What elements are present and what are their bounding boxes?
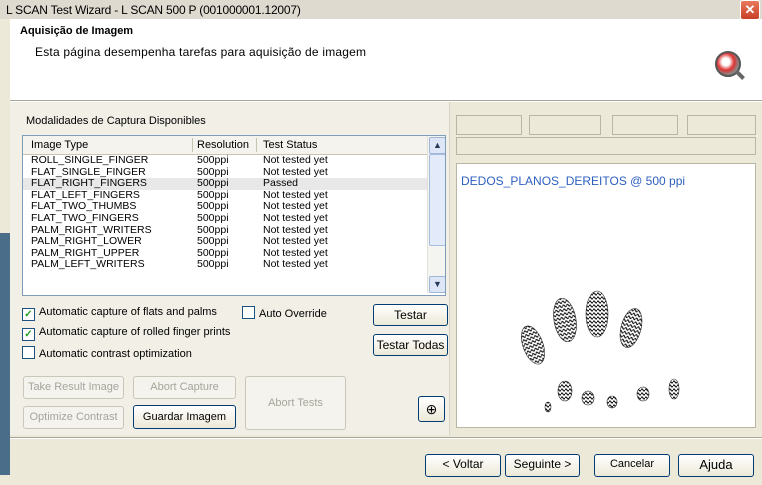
desktop-strip	[0, 233, 10, 475]
checkbox-box[interactable]: ✓	[22, 308, 35, 321]
cell-test-status: Not tested yet	[263, 235, 328, 248]
column-divider	[192, 138, 193, 152]
next-button[interactable]: Seguinte >	[505, 454, 580, 477]
cell-test-status: Not tested yet	[263, 154, 328, 166]
table-row[interactable]: PALM_LEFT_WRITERS 500ppi Not tested yet	[23, 259, 427, 271]
window-title: L SCAN Test Wizard - L SCAN 500 P (00100…	[6, 3, 301, 17]
scroll-down-icon[interactable]: ▼	[429, 276, 445, 293]
status-box	[529, 115, 601, 135]
scroll-up-icon[interactable]: ▲	[429, 137, 445, 154]
guardar-imagem-button[interactable]: Guardar Imagem	[133, 405, 236, 429]
testar-todas-button[interactable]: Testar Todas	[373, 334, 448, 356]
auto-rolled-label: Automatic capture of rolled finger print…	[39, 326, 231, 338]
modalities-label: Modalidades de Captura Disponibles	[26, 115, 206, 127]
take-result-image-button[interactable]: Take Result Image	[23, 376, 124, 399]
auto-override-checkbox[interactable]: Auto Override	[242, 306, 327, 320]
table-row[interactable]: PALM_RIGHT_LOWER 500ppi Not tested yet	[23, 236, 427, 248]
abort-capture-button[interactable]: Abort Capture	[133, 376, 236, 399]
scroll-thumb[interactable]	[429, 154, 445, 246]
close-button[interactable]: ✕	[740, 0, 760, 20]
cell-test-status: Not tested yet	[263, 211, 328, 224]
cell-resolution: 500ppi	[197, 154, 229, 166]
testar-button[interactable]: Testar	[373, 304, 448, 326]
cell-test-status: Not tested yet	[263, 258, 328, 271]
table-row[interactable]: ROLL_SINGLE_FINGER 500ppi Not tested yet	[23, 154, 427, 167]
auto-contrast-checkbox[interactable]: Automatic contrast optimization	[22, 346, 192, 360]
fingerprint-image	[521, 290, 680, 413]
page-subtitle: Esta página desempenha tarefas para aqui…	[35, 45, 367, 59]
status-box	[612, 115, 678, 135]
magnifier-handle	[735, 70, 745, 80]
zoom-in-icon: ⊕	[425, 401, 438, 417]
auto-rolled-checkbox[interactable]: ✓ Automatic capture of rolled finger prin…	[22, 326, 230, 341]
optimize-contrast-button[interactable]: Optimize Contrast	[23, 406, 124, 429]
cancel-button[interactable]: Cancelar	[594, 454, 670, 477]
cell-resolution: 500ppi	[197, 258, 229, 271]
help-button[interactable]: Ajuda	[678, 454, 754, 477]
close-icon: ✕	[744, 2, 756, 17]
column-resolution[interactable]: Resolution	[197, 139, 249, 151]
auto-override-label: Auto Override	[259, 308, 327, 320]
checkbox-box[interactable]: ✓	[22, 328, 35, 341]
title-bar: L SCAN Test Wizard - L SCAN 500 P (00100…	[0, 0, 762, 20]
auto-flats-label: Automatic capture of flats and palms	[39, 306, 217, 318]
column-divider	[256, 138, 257, 152]
table-row[interactable]: FLAT_TWO_FINGERS 500ppi Not tested yet	[23, 211, 427, 225]
footer-separator	[10, 437, 762, 439]
zoom-button[interactable]: ⊕	[418, 396, 445, 422]
status-bar	[456, 137, 756, 155]
cell-image-type: PALM_RIGHT_LOWER	[31, 235, 142, 248]
wizard-header: Aquisição de Imagem Esta página desempen…	[10, 19, 762, 100]
back-button[interactable]: < Voltar	[425, 454, 501, 477]
cell-image-type: FLAT_TWO_FINGERS	[31, 211, 139, 224]
list-rows: ROLL_SINGLE_FINGER 500ppi Not tested yet FL…	[23, 154, 427, 271]
fingerprint-preview: DEDOS_PLANOS_DEREITOS @ 500 ppi	[456, 163, 756, 428]
abort-tests-button[interactable]: Abort Tests	[245, 376, 346, 430]
status-box	[687, 115, 756, 135]
cell-image-type: PALM_LEFT_WRITERS	[31, 258, 145, 271]
modalities-list[interactable]: Image Type Resolution Test Status ROLL_S…	[22, 135, 446, 296]
column-test-status[interactable]: Test Status	[263, 139, 317, 151]
checkbox-box[interactable]	[242, 306, 255, 319]
list-scrollbar[interactable]: ▲ ▼	[427, 136, 445, 293]
status-box	[456, 115, 522, 135]
cell-resolution: 500ppi	[197, 235, 229, 248]
list-header: Image Type Resolution Test Status	[23, 136, 427, 155]
page-title: Aquisição de Imagem	[20, 25, 134, 37]
cell-resolution: 500ppi	[197, 211, 229, 224]
checkbox-box[interactable]	[22, 346, 35, 359]
auto-flats-checkbox[interactable]: ✓ Automatic capture of flats and palms	[22, 306, 217, 321]
column-image-type[interactable]: Image Type	[31, 139, 88, 151]
cell-image-type: ROLL_SINGLE_FINGER	[31, 154, 149, 166]
auto-contrast-label: Automatic contrast optimization	[39, 348, 192, 360]
